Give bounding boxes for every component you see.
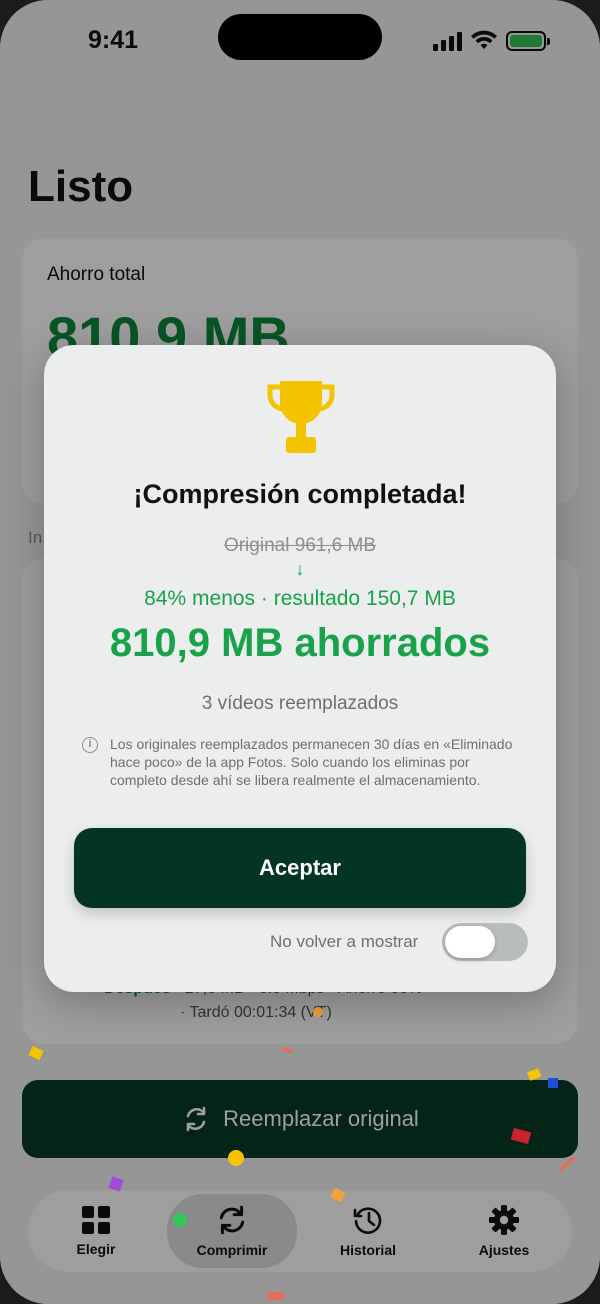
toggle-knob (445, 926, 495, 958)
dont-show-again-label: No volver a mostrar (270, 932, 419, 951)
original-size: Original 961,6 MB (223, 535, 377, 556)
trophy-icon (267, 381, 335, 453)
replaced-count: 3 vídeos reemplazados (201, 693, 399, 714)
app-screen: 9:41 Listo Ahorro total 810,9 MB In Desp… (0, 0, 600, 1304)
info-icon: i (82, 737, 98, 753)
accept-button[interactable]: Aceptar (74, 828, 526, 908)
completion-dialog: ¡Compresión completada! Original 961,6 M… (44, 345, 556, 992)
info-text: Los originales reemplazados permanecen 3… (110, 736, 513, 788)
result-size: 84% menos · resultado 150,7 MB (144, 587, 456, 610)
dont-show-again-toggle[interactable] (442, 923, 528, 961)
saved-amount: 810,9 MB ahorrados (109, 621, 491, 665)
arrow-down-icon: ↓ (295, 559, 305, 579)
dialog-title: ¡Compresión completada! (133, 479, 467, 509)
